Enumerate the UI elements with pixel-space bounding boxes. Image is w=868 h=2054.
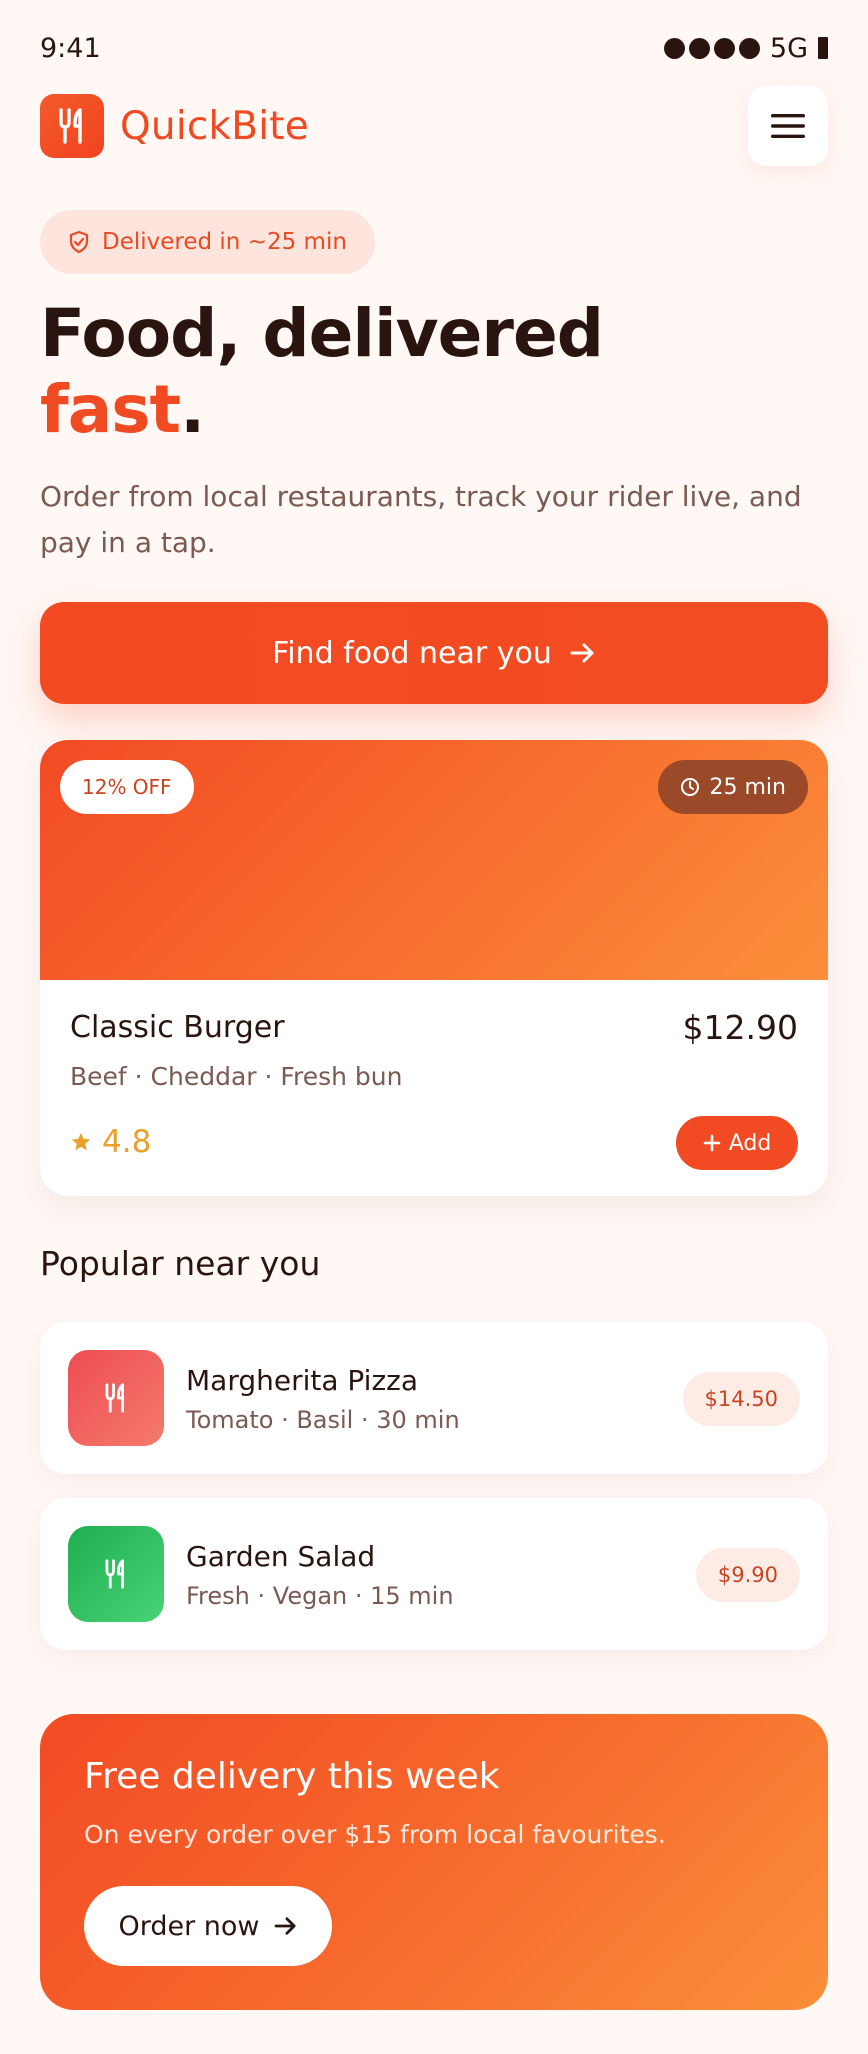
hero-title-accent: fast	[40, 371, 181, 448]
app-screen: 9:41 5G QuickBite Delivered in ~25 min F…	[0, 0, 868, 2054]
list-item[interactable]: Margherita Pizza Tomato · Basil · 30 min…	[40, 1322, 828, 1474]
plus-icon	[703, 1134, 721, 1152]
item-meta: Fresh · Vegan · 15 min	[186, 1582, 454, 1610]
featured-item-price: $12.90	[682, 1008, 798, 1047]
signal-icon	[663, 37, 760, 59]
arrow-right-icon	[570, 643, 594, 663]
delivery-time-pill: Delivered in ~25 min	[40, 210, 375, 274]
battery-icon	[818, 37, 828, 59]
status-bar: 9:41 5G	[40, 30, 828, 66]
network-label: 5G	[769, 32, 808, 64]
find-food-label: Find food near you	[272, 635, 552, 671]
promo-subtitle: On every order over $15 from local favou…	[84, 1820, 666, 1849]
list-item[interactable]: Garden Salad Fresh · Vegan · 15 min $9.9…	[40, 1498, 828, 1650]
item-price: $14.50	[682, 1372, 800, 1426]
utensils-icon	[68, 1350, 164, 1446]
utensils-icon	[68, 1526, 164, 1622]
item-name: Margherita Pizza	[186, 1364, 419, 1397]
utensils-icon	[40, 94, 104, 158]
promo-title: Free delivery this week	[84, 1756, 500, 1797]
featured-item-description: Beef · Cheddar · Fresh bun	[70, 1062, 403, 1091]
order-now-button[interactable]: Order now	[84, 1886, 332, 1966]
rating-value: 4.8	[102, 1124, 152, 1160]
item-name: Garden Salad	[186, 1540, 376, 1573]
status-indicators: 5G	[663, 32, 828, 64]
add-label: Add	[728, 1130, 772, 1156]
app-header: QuickBite	[40, 86, 828, 166]
find-food-button[interactable]: Find food near you	[40, 602, 828, 704]
order-now-label: Order now	[118, 1910, 260, 1942]
popular-section-title: Popular near you	[40, 1244, 321, 1283]
item-meta: Tomato · Basil · 30 min	[186, 1406, 460, 1434]
add-to-cart-button[interactable]: Add	[676, 1116, 798, 1170]
featured-item-name: Classic Burger	[70, 1010, 285, 1045]
prep-time-text: 25 min	[709, 774, 786, 800]
star-icon	[71, 1132, 91, 1151]
hero-lead: Order from local restaurants, track your…	[40, 480, 802, 559]
promo-banner: Free delivery this week On every order o…	[40, 1714, 828, 2010]
item-price: $9.90	[695, 1548, 800, 1602]
hero-title: Food, delivered fast.	[40, 295, 604, 448]
hero-title-period: .	[180, 371, 205, 448]
brand-name: QuickBite	[120, 103, 309, 149]
brand[interactable]: QuickBite	[40, 94, 309, 158]
prep-time-badge: 25 min	[657, 760, 808, 814]
hero-title-line1: Food, delivered	[40, 295, 604, 372]
featured-item-card[interactable]: 12% OFF 25 min Classic Burger $12.90 Bee…	[40, 740, 828, 1196]
shield-check-icon	[69, 230, 89, 254]
hamburger-menu-icon	[771, 114, 805, 138]
discount-badge: 12% OFF	[60, 760, 194, 814]
menu-button[interactable]	[748, 86, 828, 166]
arrow-right-icon	[274, 1917, 296, 1935]
delivery-time-text: Delivered in ~25 min	[102, 229, 347, 255]
clock-icon	[680, 778, 699, 796]
status-time: 9:41	[40, 32, 101, 64]
rating: 4.8	[70, 1124, 151, 1160]
